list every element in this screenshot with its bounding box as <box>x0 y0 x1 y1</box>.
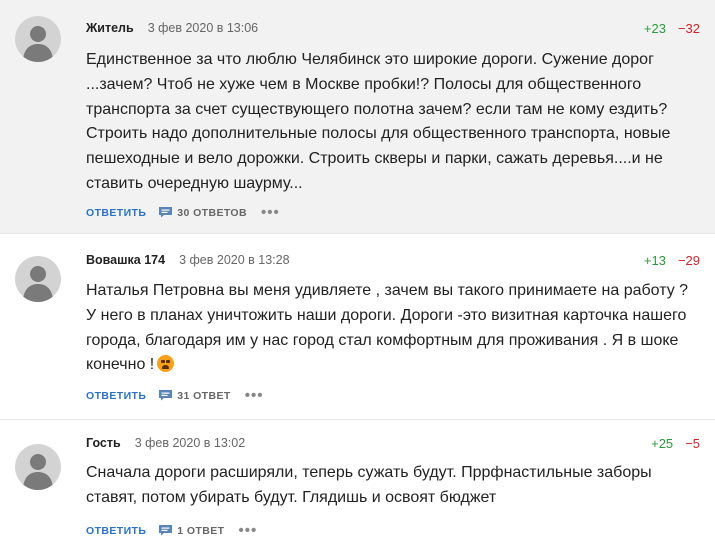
vote-counts: +25 −5 <box>651 433 700 453</box>
replies-count: 31 ОТВЕТ <box>177 390 231 402</box>
avatar-icon[interactable] <box>15 256 61 302</box>
downvote-count[interactable]: −5 <box>685 436 700 451</box>
reply-button[interactable]: ОТВЕТИТЬ <box>86 207 146 219</box>
vote-counts: +23 −32 <box>644 18 700 38</box>
replies-toggle[interactable]: 31 ОТВЕТ <box>158 389 230 404</box>
comment-text: Единственное за что люблю Челябинск это … <box>86 51 671 192</box>
upvote-count[interactable]: +23 <box>644 21 666 36</box>
replies-toggle[interactable]: 1 ОТВЕТ <box>158 524 224 539</box>
comment-meta: Вовашка 174 3 фев 2020 в 13:28 <box>86 250 290 270</box>
upvote-count[interactable]: +25 <box>651 436 673 451</box>
comment: Вовашка 174 3 фев 2020 в 13:28 +13 −29 Н… <box>0 234 715 420</box>
comment-meta: Житель 3 фев 2020 в 13:06 <box>86 18 258 38</box>
comment: Гость 3 фев 2020 в 13:02 +25 −5 Сначала … <box>0 420 715 557</box>
comment-text: Сначала дороги расширяли, теперь сужать … <box>86 464 652 506</box>
chat-bubble-icon <box>158 524 173 539</box>
vote-counts: +13 −29 <box>644 250 700 270</box>
chat-bubble-icon <box>158 206 173 221</box>
ellipsis-icon[interactable]: ••• <box>238 523 257 538</box>
ellipsis-icon[interactable]: ••• <box>245 388 264 403</box>
comment-meta: Гость 3 фев 2020 в 13:02 <box>86 433 245 453</box>
comment-text-body: Наталья Петровна вы меня удивляете , зач… <box>86 282 689 374</box>
comment-actions: ОТВЕТИТЬ 1 ОТВЕТ ••• <box>86 523 257 539</box>
avatar-icon[interactable] <box>15 444 61 490</box>
downvote-count[interactable]: −32 <box>678 21 700 36</box>
replies-count: 1 ОТВЕТ <box>177 525 225 537</box>
upvote-count[interactable]: +13 <box>644 253 666 268</box>
chat-bubble-icon <box>158 389 173 404</box>
comment-date: 3 фев 2020 в 13:28 <box>179 253 290 267</box>
author-name[interactable]: Житель <box>86 21 134 35</box>
author-name[interactable]: Вовашка 174 <box>86 253 165 267</box>
downvote-count[interactable]: −29 <box>678 253 700 268</box>
author-name[interactable]: Гость <box>86 436 121 450</box>
comment-actions: ОТВЕТИТЬ 30 ОТВЕТОВ ••• <box>86 205 280 221</box>
comment-date: 3 фев 2020 в 13:02 <box>134 436 246 450</box>
avatar-icon[interactable] <box>15 16 61 62</box>
reply-button[interactable]: ОТВЕТИТЬ <box>86 525 146 537</box>
ellipsis-icon[interactable]: ••• <box>261 205 280 220</box>
reply-button[interactable]: ОТВЕТИТЬ <box>86 390 146 402</box>
comment: Житель 3 фев 2020 в 13:06 +23 −32 Единст… <box>0 0 715 234</box>
replies-toggle[interactable]: 30 ОТВЕТОВ <box>158 206 247 221</box>
comment-date: 3 фев 2020 в 13:06 <box>147 21 259 35</box>
comment-actions: ОТВЕТИТЬ 31 ОТВЕТ ••• <box>86 388 263 404</box>
comment-text: Наталья Петровна вы меня удивляете , зач… <box>86 279 691 378</box>
anguished-face-icon <box>157 355 175 373</box>
replies-count: 30 ОТВЕТОВ <box>177 207 247 219</box>
